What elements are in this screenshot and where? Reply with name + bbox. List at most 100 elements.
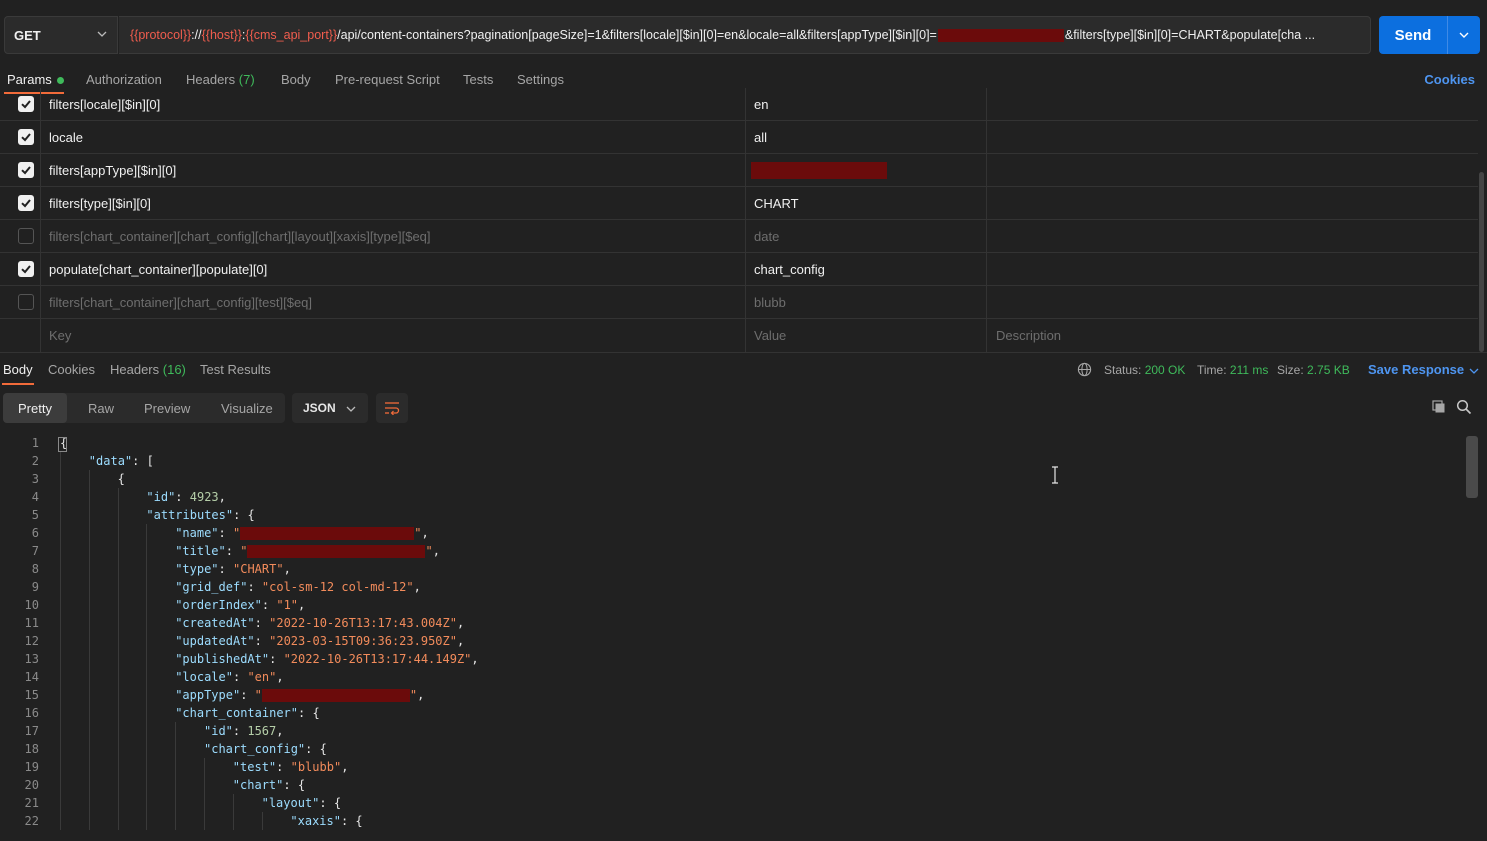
search-icon[interactable] [1456, 399, 1472, 415]
json-punct: , [421, 526, 429, 540]
params-scrollbar[interactable] [1479, 172, 1484, 352]
indent-guide [204, 758, 205, 830]
time-label: Time: [1197, 363, 1227, 377]
param-key[interactable]: populate[chart_container][populate][0] [49, 253, 739, 286]
param-value[interactable]: en [754, 88, 979, 121]
param-value[interactable]: all [754, 121, 979, 154]
param-key[interactable]: filters[locale][$in][0] [49, 88, 739, 121]
save-response-button[interactable]: Save Response [1368, 362, 1479, 377]
tab-response-headers[interactable]: Headers (16) [110, 362, 186, 377]
visualize-button[interactable]: Visualize [221, 393, 273, 423]
format-select[interactable]: JSON [292, 393, 368, 423]
chevron-down-icon [1459, 32, 1469, 38]
param-value[interactable]: chart_config [754, 253, 979, 286]
json-punct: : [261, 598, 277, 612]
cookies-link[interactable]: Cookies [1424, 72, 1475, 87]
status-label: Status: [1104, 363, 1142, 377]
response-scrollbar[interactable] [1466, 436, 1478, 498]
json-string: "2022-10-26T13:17:44.149Z" [283, 652, 472, 666]
wrap-lines-icon [385, 402, 400, 415]
code-text: "publishedAt": "2022-10-26T13:17:44.149Z… [175, 650, 478, 668]
preview-button[interactable]: Preview [144, 393, 190, 423]
tab-response-headers-label: Headers [110, 362, 160, 377]
param-checkbox[interactable] [18, 294, 34, 310]
tab-headers[interactable]: Headers (7) [186, 72, 255, 87]
json-string: "blubb" [290, 760, 342, 774]
line-number: 21 [24, 796, 39, 810]
check-icon [21, 265, 31, 274]
tab-params[interactable]: Params [7, 72, 64, 87]
json-punct: : [247, 580, 262, 594]
tab-body[interactable]: Body [281, 72, 311, 87]
param-key[interactable]: locale [49, 121, 739, 154]
tab-prerequest-script[interactable]: Pre-request Script [335, 72, 440, 87]
param-checkbox[interactable] [18, 261, 34, 277]
param-checkbox[interactable] [18, 195, 34, 211]
param-value[interactable]: date [754, 220, 979, 253]
json-punct: : { [319, 796, 342, 810]
param-key[interactable]: filters[chart_container][chart_config][t… [49, 286, 739, 319]
param-value[interactable]: blubb [754, 286, 979, 319]
json-punct: : [254, 634, 270, 648]
chevron-down-icon [1469, 368, 1479, 374]
param-checkbox[interactable] [18, 96, 34, 112]
param-value-placeholder[interactable]: Value [754, 319, 979, 352]
param-row: locale all [0, 121, 1478, 154]
json-key: "createdAt" [175, 616, 255, 630]
param-key-placeholder[interactable]: Key [49, 319, 739, 352]
tab-test-results[interactable]: Test Results [200, 362, 271, 377]
line-number: 4 [31, 490, 39, 504]
tab-response-cookies[interactable]: Cookies [48, 362, 95, 377]
json-punct: : { [298, 706, 320, 720]
copy-icon[interactable] [1431, 399, 1447, 415]
globe-icon[interactable] [1077, 362, 1092, 377]
response-tabs: Body Cookies Headers (16) Test Results S… [0, 352, 1487, 386]
size-indicator[interactable]: Size: 2.75 KB [1277, 363, 1350, 377]
send-button[interactable]: Send [1379, 16, 1480, 54]
param-checkbox[interactable] [18, 162, 34, 178]
response-body-viewer[interactable]: 1{2 "data": [3{4 "id": 4923, 5 "attributes":… [0, 434, 1466, 841]
param-value[interactable]: CHART [754, 187, 979, 220]
send-options-button[interactable] [1448, 30, 1480, 40]
line-number: 2 [31, 454, 39, 468]
param-value[interactable] [751, 154, 976, 187]
param-checkbox[interactable] [18, 228, 34, 244]
view-mode-segmented: Pretty Raw Preview Visualize [3, 393, 285, 423]
param-description-placeholder[interactable]: Description [996, 319, 1061, 352]
json-key: "layout" [261, 796, 320, 810]
redacted-value [247, 545, 426, 558]
json-punct: , [298, 598, 306, 612]
code-line: 17 "id": 1567, [0, 722, 1466, 740]
tab-tests[interactable]: Tests [463, 72, 493, 87]
code-line: 4 "id": 4923, [0, 488, 1466, 506]
json-punct: { [117, 472, 125, 486]
tab-settings[interactable]: Settings [517, 72, 564, 87]
tab-response-body[interactable]: Body [3, 362, 33, 377]
code-text: { [118, 470, 125, 488]
json-number: 1567 [247, 724, 277, 738]
json-punct: : [269, 652, 284, 666]
time-indicator[interactable]: Time: 211 ms [1197, 363, 1268, 377]
json-string: " [254, 688, 262, 702]
code-line: 1{ [0, 434, 1466, 452]
param-key[interactable]: filters[appType][$in][0] [49, 154, 739, 187]
tab-authorization[interactable]: Authorization [86, 72, 162, 87]
param-key[interactable]: filters[type][$in][0] [49, 187, 739, 220]
json-string: "2023-03-15T09:36:23.950Z" [269, 634, 457, 648]
line-number: 16 [24, 706, 39, 720]
pretty-button[interactable]: Pretty [3, 393, 67, 423]
status-indicator[interactable]: Status: 200 OK [1104, 363, 1185, 377]
code-line: 16 "chart_container": { [0, 704, 1466, 722]
redacted-value [751, 162, 887, 179]
method-select[interactable]: GET [4, 16, 118, 54]
url-input[interactable]: {{protocol}}://{{host}}: {{cms_api_port}}… [119, 16, 1371, 54]
param-checkbox[interactable] [18, 129, 34, 145]
raw-button[interactable]: Raw [88, 393, 114, 423]
wrap-lines-button[interactable] [376, 393, 408, 423]
param-key[interactable]: filters[chart_container][chart_config][c… [49, 220, 739, 253]
json-punct: , [471, 652, 479, 666]
code-text: "type": "CHART", [175, 560, 291, 578]
json-string: "CHART" [233, 562, 284, 576]
line-number: 3 [31, 472, 39, 486]
json-punct: , [432, 544, 440, 558]
